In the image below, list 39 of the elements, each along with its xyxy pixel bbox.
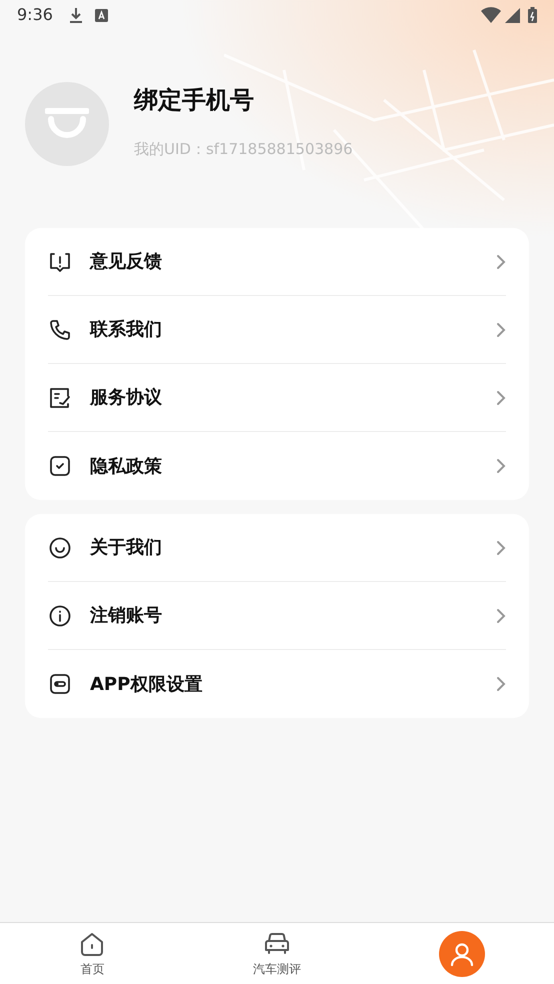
phone-icon: [48, 318, 72, 342]
nav-tab[interactable]: 首页: [0, 923, 185, 984]
document-edit-icon: [48, 386, 72, 410]
menu-label: APP权限设置: [90, 672, 204, 696]
menu-label: 意见反馈: [90, 250, 163, 274]
menu-item[interactable]: 注销账号: [48, 582, 506, 650]
keyboard-app-icon: [94, 8, 108, 22]
nav-tab[interactable]: 汽车测评: [184, 923, 370, 984]
menu-label: 隐私政策: [90, 454, 163, 478]
menu-label: 联系我们: [90, 318, 163, 342]
checkbox-icon: [48, 454, 72, 478]
chevron-right-icon: [496, 608, 506, 624]
chevron-right-icon: [496, 676, 506, 692]
wifi-icon: [481, 7, 501, 23]
signal-icon: [505, 8, 520, 22]
menu-label: 注销账号: [90, 604, 163, 628]
chevron-right-icon: [496, 540, 506, 556]
menu-item[interactable]: APP权限设置: [48, 650, 506, 718]
chevron-right-icon: [496, 322, 506, 338]
menu-label: 关于我们: [90, 536, 163, 560]
menu-item[interactable]: 关于我们: [48, 514, 506, 582]
menu-item[interactable]: 联系我们: [48, 296, 506, 364]
menu-item[interactable]: 服务协议: [48, 364, 506, 432]
person-icon: [448, 940, 475, 966]
bind-phone-title[interactable]: 绑定手机号: [134, 82, 353, 118]
status-time: 9:36: [17, 4, 53, 26]
uid-text: 我的UID：sf17185881503896: [134, 139, 353, 160]
chevron-right-icon: [496, 390, 506, 406]
menu-item[interactable]: 意见反馈: [48, 228, 506, 296]
info-icon: [48, 604, 72, 628]
download-icon: [68, 7, 83, 23]
battery-icon: [528, 7, 537, 23]
chevron-right-icon: [496, 254, 506, 270]
chevron-right-icon: [496, 458, 506, 474]
toggle-icon: [48, 672, 72, 696]
menu-item[interactable]: 隐私政策: [48, 432, 506, 500]
menu-label: 服务协议: [90, 386, 163, 410]
logo-icon: [45, 107, 89, 141]
smile-icon: [48, 536, 72, 560]
